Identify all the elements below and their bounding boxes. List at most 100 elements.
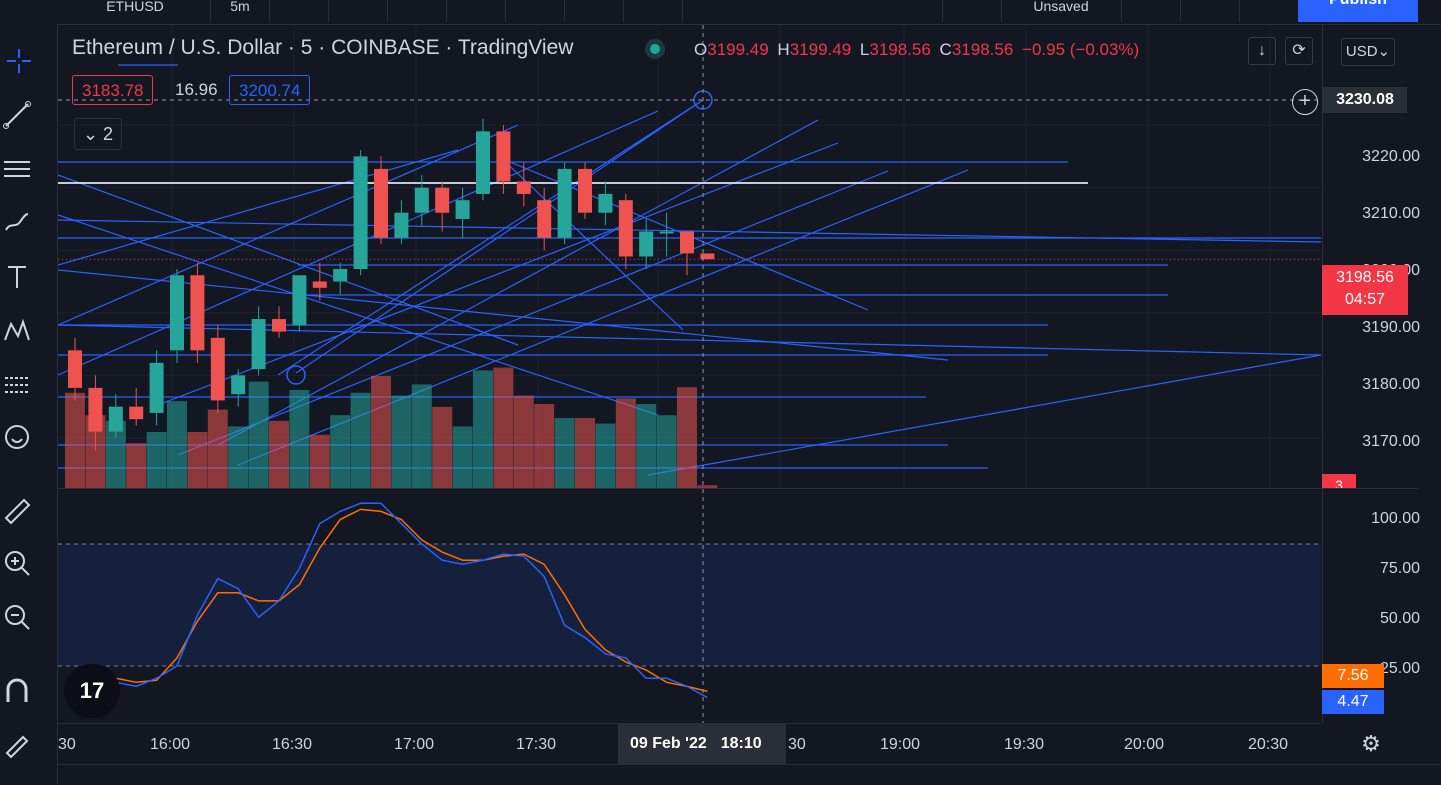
volume-bar: [126, 443, 147, 488]
ruler-icon[interactable]: [0, 494, 34, 528]
publish-button[interactable]: Publish: [1298, 0, 1418, 22]
fib-retracement-icon[interactable]: [0, 152, 34, 186]
add-alert-button[interactable]: [506, 0, 565, 22]
pattern-icon[interactable]: [0, 314, 34, 348]
alert-button[interactable]: [329, 0, 388, 22]
currency-select[interactable]: USD⌄: [1341, 38, 1395, 66]
volume-bar: [248, 381, 269, 488]
layout-button[interactable]: [447, 0, 506, 22]
fullscreen-button[interactable]: [942, 0, 1002, 22]
crosshair-price-label: 3230.08: [1323, 87, 1407, 113]
emoji-icon[interactable]: [0, 420, 34, 454]
candle-body: [537, 200, 552, 238]
high-value: 3199.49: [789, 40, 852, 59]
stoch-k-value-tag: 4.47: [1322, 690, 1384, 714]
replay-button[interactable]: [565, 0, 624, 22]
volume-bar: [677, 387, 697, 488]
zoom-out-icon[interactable]: [0, 600, 34, 634]
candle-body: [108, 406, 123, 432]
zoom-in-icon[interactable]: [0, 546, 34, 580]
buy-price-button[interactable]: 3200.74: [229, 75, 311, 105]
volume-bar: [656, 415, 677, 488]
candle-body: [557, 168, 572, 238]
last-price-tag: 3198.56 04:57: [1322, 265, 1408, 315]
settings-button[interactable]: [1122, 0, 1181, 22]
price-axis[interactable]: USD⌄ 3220.00 3210.00 3200.00 3190.00 318…: [1322, 25, 1441, 723]
symbol-title: Ethereum / U.S. Dollar · 5 · COINBASE · …: [72, 36, 574, 59]
brush-icon[interactable]: [0, 206, 34, 240]
arrow-down-icon[interactable]: ↓: [1248, 37, 1276, 65]
lock-drawing-icon[interactable]: [0, 726, 34, 760]
candle-body: [639, 231, 654, 257]
magnet-icon[interactable]: [0, 674, 34, 708]
last-price-value: 3198.56: [1336, 269, 1394, 286]
low-value: 3198.56: [869, 40, 931, 59]
time-axis[interactable]: 30 16:00 16:30 17:00 17:30 30 19:00 19:3…: [58, 723, 1321, 764]
volume-bar: [350, 392, 371, 488]
candle-body: [680, 231, 694, 254]
candle-body: [149, 362, 164, 413]
stochastic-pane[interactable]: [58, 489, 1321, 723]
bar-style-button[interactable]: [388, 0, 447, 22]
add-plus-icon[interactable]: +: [1292, 89, 1318, 115]
forecast-icon[interactable]: [0, 368, 34, 402]
interval-label: 5m: [230, 0, 250, 14]
refresh-icon[interactable]: ⟳: [1285, 37, 1313, 65]
candle-body: [231, 375, 246, 395]
bottom-panel: [58, 764, 1441, 785]
candle-body: [659, 231, 674, 234]
candle-body: [455, 200, 470, 219]
candle-body: [68, 350, 82, 388]
volume-bar: [411, 384, 432, 488]
candle-body: [414, 187, 429, 213]
volume-bar: [371, 376, 391, 488]
sell-price-button[interactable]: 3183.78: [72, 75, 154, 105]
interval-button[interactable]: 5m: [211, 0, 270, 22]
candle-body: [292, 275, 307, 326]
volume-bar: [595, 423, 616, 488]
change-value: −0.95 (−0.03%): [1022, 40, 1140, 59]
candle-body: [333, 269, 348, 282]
undo-button[interactable]: [624, 0, 683, 22]
bar-countdown: 04:57: [1344, 291, 1386, 308]
trendline-icon[interactable]: [0, 98, 34, 132]
candle-body: [496, 131, 511, 182]
candle-body: [190, 275, 205, 351]
osc-label: 50.00: [1379, 610, 1420, 627]
volume-bar: [187, 432, 208, 488]
volume-bar: [65, 392, 85, 488]
symbol-search-button[interactable]: ETHUSD: [60, 0, 211, 22]
text-icon[interactable]: [0, 260, 34, 294]
time-label: 20:30: [1248, 736, 1289, 753]
volume-bar: [554, 418, 575, 488]
price-label: 3190.00: [1362, 319, 1420, 336]
snapshot-button[interactable]: [1240, 0, 1299, 22]
volume-bar: [167, 401, 187, 488]
osc-label: 75.00: [1379, 560, 1420, 577]
candle-body: [353, 156, 368, 270]
pane-separator[interactable]: [58, 488, 1418, 489]
volume-bar: [269, 420, 289, 488]
tradingview-logo-icon[interactable]: 17: [64, 664, 120, 718]
ohlc-legend: O3199.49 H3199.49 L3198.56 C3198.56 −0.9…: [694, 40, 1140, 59]
candle-body: [476, 131, 490, 194]
indicators-button[interactable]: [270, 0, 329, 22]
volume-bar: [636, 404, 657, 488]
layout-name: Unsaved: [1033, 0, 1089, 14]
gear-icon[interactable]: ⚙: [1357, 730, 1385, 758]
candle-body: [312, 281, 327, 288]
market-status-icon: [645, 39, 665, 59]
candle-body: [88, 387, 103, 432]
layout-name-button[interactable]: Unsaved: [1001, 0, 1122, 22]
volume-bar: [309, 434, 330, 488]
indicator-collapse-button[interactable]: ⌄ 2: [74, 118, 122, 150]
price-label: 3180.00: [1362, 376, 1420, 393]
candle-body: [578, 168, 592, 213]
crosshair-icon[interactable]: [2, 44, 36, 78]
volume-bar: [534, 404, 555, 488]
time-label: 17:30: [516, 736, 557, 753]
expand-button[interactable]: [1181, 0, 1240, 22]
trendline: [58, 324, 1321, 356]
time-label: 30: [788, 736, 806, 753]
close-value: 3198.56: [951, 40, 1014, 59]
